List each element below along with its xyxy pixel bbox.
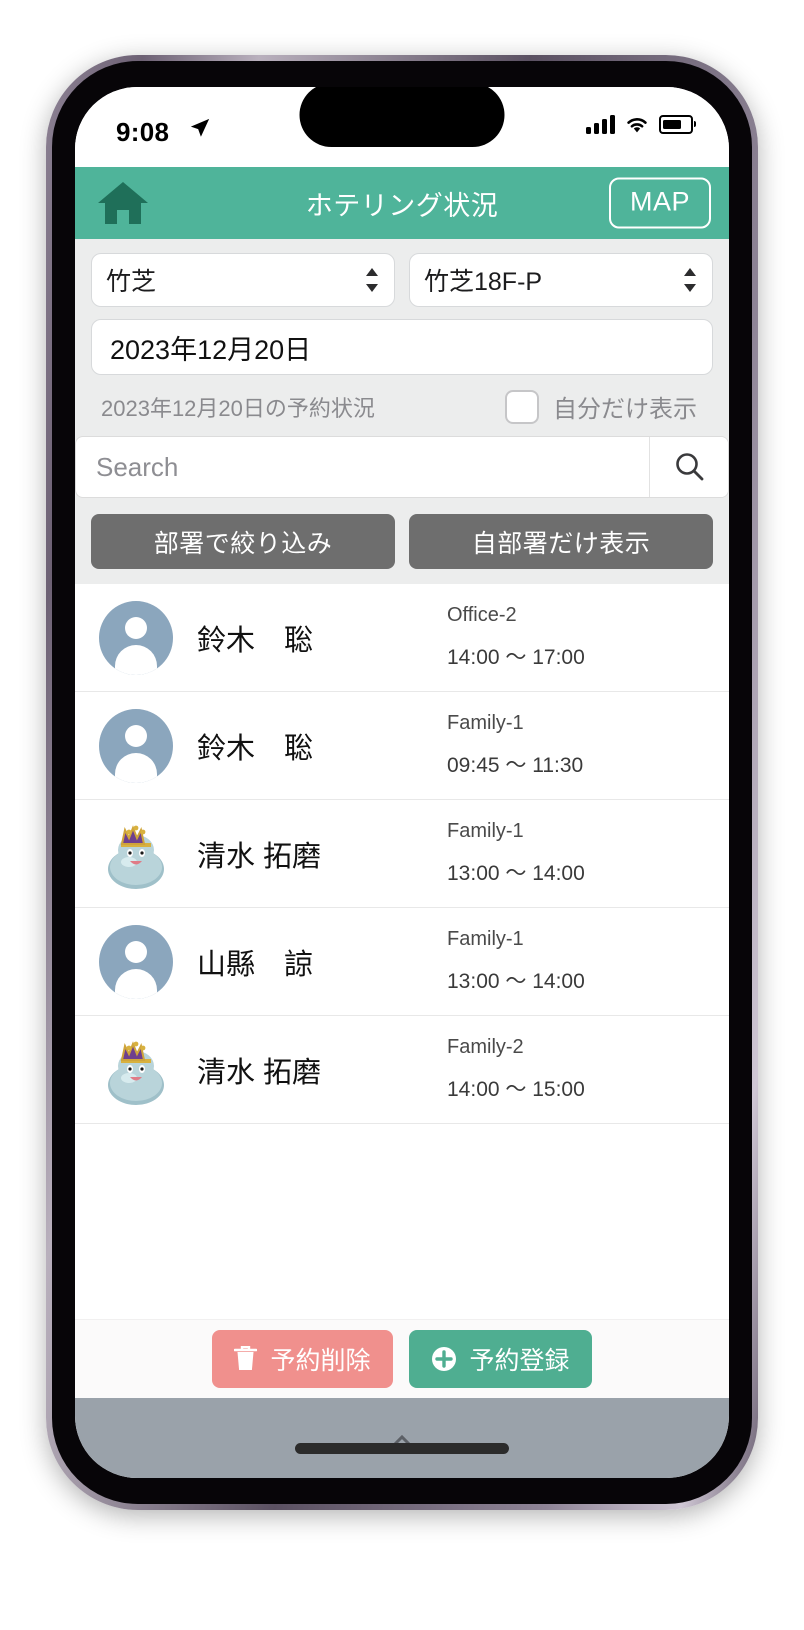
reservation-name: 清水 拓磨	[197, 1056, 322, 1089]
select-row: 竹芝 竹芝18F-P	[91, 253, 713, 307]
reservation-time: 09:45 ～ 11:30	[447, 754, 584, 777]
battery-icon	[659, 115, 696, 134]
floor-select-value: 竹芝18F-P	[424, 268, 543, 296]
home-indicator-area	[75, 1398, 729, 1478]
reservation-time: 14:00 ～ 17:00	[447, 646, 585, 669]
delete-reservation-label: 予約削除	[270, 1347, 371, 1375]
reservation-name: 鈴木 聡	[197, 624, 314, 657]
bottom-action-bar: 予約削除 予約登録	[75, 1319, 729, 1398]
reservation-meta: Family-1 13:00 ～ 14:00	[447, 928, 715, 995]
add-reservation-label: 予約登録	[469, 1347, 570, 1375]
home-indicator[interactable]	[295, 1443, 509, 1454]
search-input[interactable]	[76, 437, 649, 497]
table-row[interactable]: 清水 拓磨 Family-2 14:00 ～ 15:00	[75, 1016, 729, 1124]
add-reservation-button[interactable]: 予約登録	[408, 1330, 592, 1388]
home-icon[interactable]	[95, 175, 151, 231]
reservation-time: 13:00 ～ 14:00	[447, 970, 585, 993]
status-bar: 9:08	[75, 87, 729, 167]
filter-buttons: 部署で絞り込み 自部署だけ表示	[91, 498, 713, 583]
delete-reservation-button[interactable]: 予約削除	[212, 1330, 393, 1388]
reservation-room: Family-1	[447, 712, 524, 734]
floor-select[interactable]: 竹芝18F-P	[409, 253, 713, 307]
map-button[interactable]: MAP	[608, 177, 711, 229]
status-bar-indicators	[586, 115, 696, 134]
person-avatar-icon	[99, 600, 173, 675]
own-department-only-button[interactable]: 自部署だけ表示	[409, 514, 713, 569]
avatar	[99, 924, 173, 999]
status-bar-time: 9:08	[116, 117, 170, 147]
reservation-name: 山縣 諒	[197, 948, 314, 981]
trash-icon	[234, 1346, 258, 1370]
search-icon[interactable]	[649, 437, 728, 497]
table-row[interactable]: 鈴木 聡 Office-2 14:00 ～ 17:00	[75, 584, 729, 692]
reservation-name: 清水 拓磨	[197, 840, 322, 873]
reservation-time: 13:00 ～ 14:00	[447, 862, 585, 885]
chevron-updown-icon	[366, 268, 378, 292]
status-row: 2023年12月20日の予約状況 自分だけ表示	[91, 375, 713, 436]
avatar	[99, 600, 173, 675]
wifi-icon	[627, 118, 647, 133]
date-field[interactable]: 2023年12月20日	[91, 319, 713, 375]
reservation-room: Family-1	[447, 928, 524, 950]
site-select-value: 竹芝	[106, 268, 157, 296]
table-row[interactable]: 鈴木 聡 Family-1 09:45 ～ 11:30	[75, 692, 729, 800]
avatar	[99, 708, 173, 783]
reservation-room: Office-2	[447, 604, 517, 626]
cellular-bars-icon	[586, 115, 615, 134]
own-only-label: 自分だけ表示	[553, 396, 697, 423]
person-avatar-icon	[99, 924, 173, 999]
own-only-toggle[interactable]: 自分だけ表示	[505, 389, 709, 424]
slime-avatar-icon	[108, 1040, 164, 1105]
reservation-meta: Family-1 13:00 ～ 14:00	[447, 820, 715, 887]
filter-by-department-button[interactable]: 部署で絞り込み	[91, 514, 395, 569]
reservation-room: Family-1	[447, 820, 524, 842]
reservation-meta: Family-1 09:45 ～ 11:30	[447, 712, 715, 779]
reservation-meta: Family-2 14:00 ～ 15:00	[447, 1036, 715, 1103]
reservation-name: 鈴木 聡	[197, 732, 314, 765]
search-bar	[75, 436, 729, 498]
slime-avatar-icon	[108, 824, 164, 889]
avatar	[99, 817, 173, 891]
reservation-meta: Office-2 14:00 ～ 17:00	[447, 604, 715, 671]
reservation-status-label: 2023年12月20日の予約状況	[101, 395, 375, 421]
reservation-room: Family-2	[447, 1036, 524, 1058]
table-row[interactable]: 清水 拓磨 Family-1 13:00 ～ 14:00	[75, 800, 729, 908]
location-arrow-icon	[190, 118, 210, 137]
person-avatar-icon	[99, 708, 173, 783]
app-header: ホテリング状況 MAP	[75, 167, 729, 239]
filter-panel: 竹芝 竹芝18F-P 2023年12月20日 2023年12月20日の予約状況 …	[75, 239, 729, 583]
plus-circle-icon	[431, 1347, 456, 1371]
reservation-time: 14:00 ～ 15:00	[447, 1078, 585, 1101]
phone-screen: 9:08 ホテリング状況 MAP 竹芝 竹芝18F-P 2023年12月20日 …	[75, 87, 729, 1478]
dynamic-island	[299, 87, 505, 147]
table-row[interactable]: 山縣 諒 Family-1 13:00 ～ 14:00	[75, 908, 729, 1016]
own-only-checkbox[interactable]	[505, 389, 539, 424]
avatar	[99, 1033, 173, 1107]
site-select[interactable]: 竹芝	[91, 253, 395, 307]
date-field-value: 2023年12月20日	[110, 334, 312, 365]
reservation-list: 鈴木 聡 Office-2 14:00 ～ 17:00 鈴木 聡 Family-…	[75, 583, 729, 1319]
chevron-updown-icon	[684, 268, 696, 292]
